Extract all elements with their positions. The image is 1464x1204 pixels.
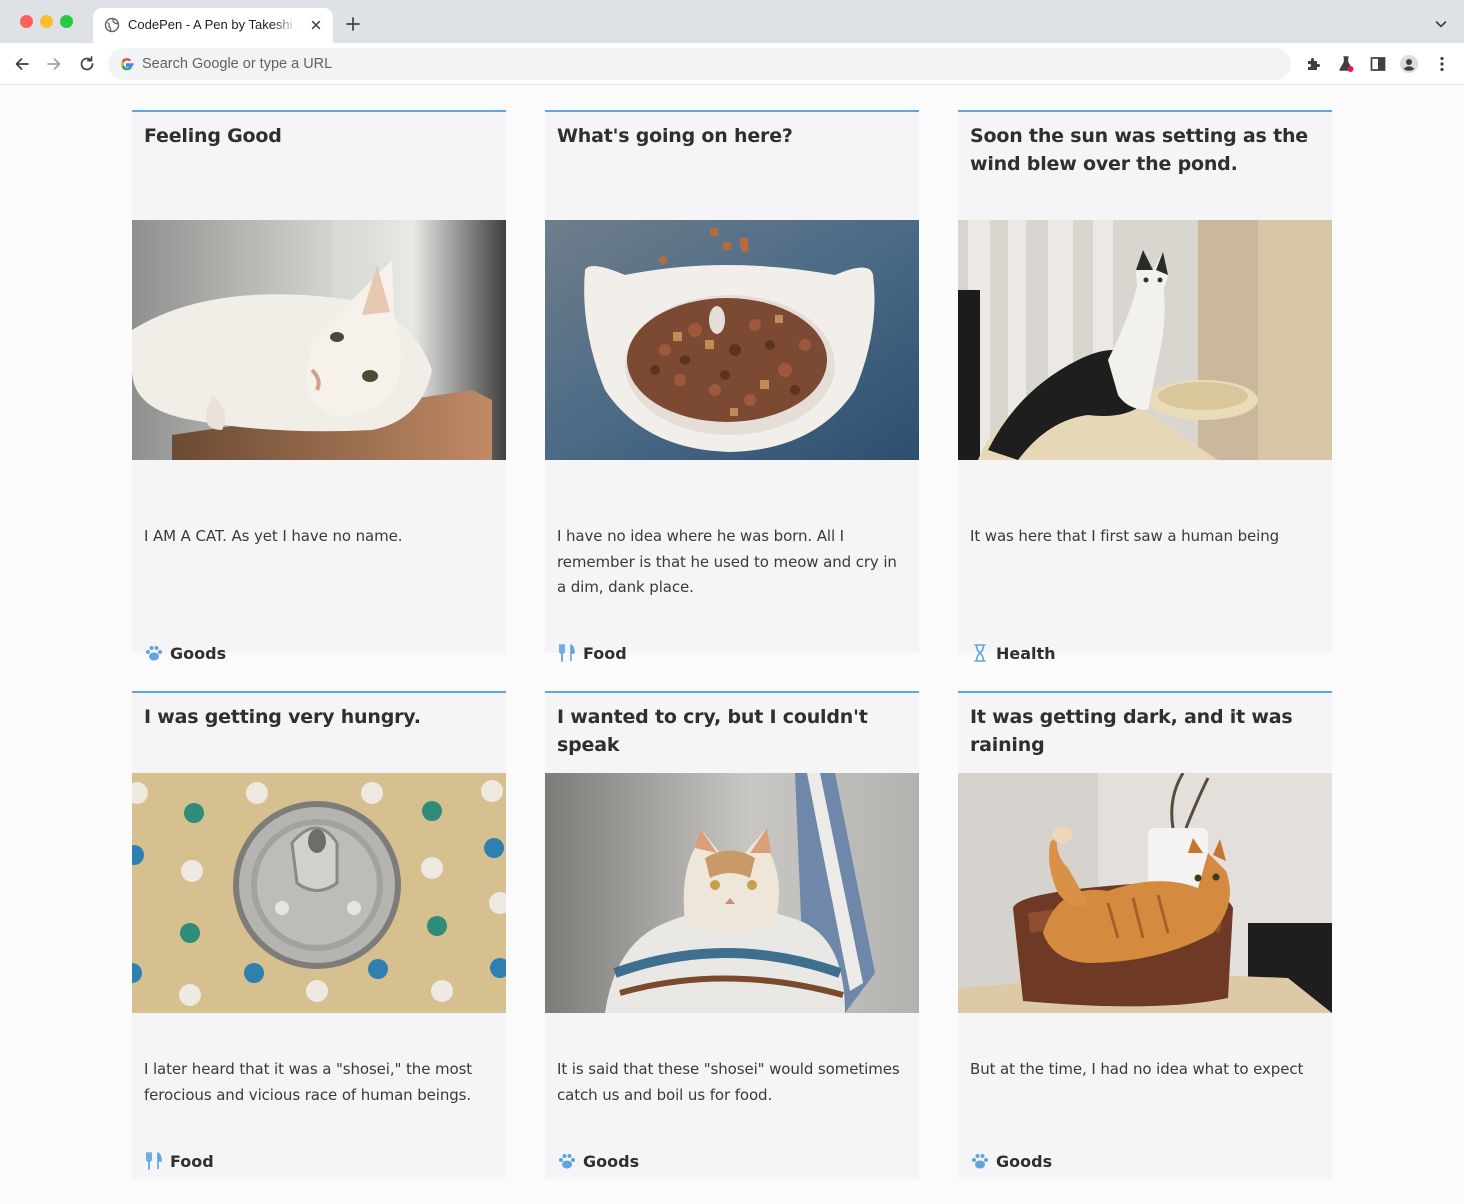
category-label[interactable]: Food	[144, 1151, 214, 1171]
tab-title: CodePen - A Pen by Takeshi K	[128, 17, 298, 32]
card-title: Soon the sun was setting as the wind ble…	[970, 125, 1308, 175]
cat-on-tower-photo	[958, 220, 1332, 460]
reload-icon[interactable]	[77, 54, 97, 74]
card-title: I was getting very hungry.	[144, 706, 421, 728]
page-content: Feeling Good I AM A CAT. As yet I have n…	[0, 86, 1464, 1204]
category-label[interactable]: Health	[970, 643, 1056, 663]
cat-food-bowl-photo	[545, 220, 919, 460]
paw-icon	[970, 1151, 990, 1171]
cat-in-towel-photo	[545, 773, 919, 1013]
close-window-button[interactable]	[20, 15, 33, 28]
category-name: Health	[996, 643, 1056, 663]
card-title: I wanted to cry, but I couldn't speak	[557, 706, 868, 756]
category-name: Goods	[170, 643, 227, 663]
category-label[interactable]: Goods	[970, 1151, 1052, 1171]
globe-icon	[104, 17, 120, 33]
card-title: Feeling Good	[144, 125, 282, 147]
category-label[interactable]: Food	[557, 643, 627, 663]
article-card[interactable]: Feeling Good I AM A CAT. As yet I have n…	[132, 110, 506, 663]
forward-arrow-icon[interactable]	[44, 54, 64, 74]
google-g-icon	[120, 58, 134, 71]
article-card[interactable]: I wanted to cry, but I couldn't speak It…	[545, 691, 919, 1179]
category-name: Food	[170, 1151, 214, 1171]
card-description: It was here that I first saw a human bei…	[970, 527, 1280, 545]
maximize-window-button[interactable]	[60, 15, 73, 28]
browser-tab-bar: CodePen - A Pen by Takeshi K	[0, 0, 1464, 43]
card-title: It was getting dark, and it was raining	[970, 706, 1293, 756]
card-description: I later heard that it was a "shosei," th…	[144, 1060, 473, 1104]
category-label[interactable]: Goods	[144, 643, 226, 663]
orange-cat-in-pot-photo	[958, 773, 1332, 1013]
paw-icon	[557, 1151, 577, 1171]
new-tab-icon[interactable]	[344, 15, 362, 33]
close-tab-icon[interactable]	[308, 17, 324, 33]
food-can-photo	[132, 773, 506, 1013]
card-description: It is said that these "shosei" would som…	[557, 1060, 900, 1104]
browser-tab[interactable]: CodePen - A Pen by Takeshi K	[93, 8, 333, 43]
card-description: I have no idea where he was born. All I …	[557, 527, 897, 596]
category-label[interactable]: Goods	[557, 1151, 639, 1171]
flask-extension-icon[interactable]	[1336, 54, 1356, 74]
browser-toolbar	[0, 43, 1464, 85]
article-card[interactable]: Soon the sun was setting as the wind ble…	[958, 110, 1332, 663]
category-name: Goods	[583, 1151, 640, 1171]
url-input[interactable]	[142, 54, 1242, 74]
card-description: I AM A CAT. As yet I have no name.	[144, 527, 403, 545]
extensions-puzzle-icon[interactable]	[1304, 54, 1324, 74]
address-bar[interactable]	[108, 48, 1291, 80]
category-name: Food	[583, 643, 627, 663]
card-description: But at the time, I had no idea what to e…	[970, 1060, 1304, 1078]
article-card[interactable]: It was getting dark, and it was raining	[958, 691, 1332, 1179]
article-card[interactable]: What's going on here? I have no idea whe…	[545, 110, 919, 663]
minimize-window-button[interactable]	[40, 15, 53, 28]
hourglass-icon	[970, 643, 990, 663]
white-cat-photo	[132, 220, 506, 460]
chevron-down-icon[interactable]	[1433, 16, 1449, 32]
article-card[interactable]: I was getting very hungry. I later heard…	[132, 691, 506, 1179]
profile-avatar-icon[interactable]	[1399, 54, 1419, 74]
card-title: What's going on here?	[557, 125, 793, 147]
category-name: Goods	[996, 1151, 1053, 1171]
back-arrow-icon[interactable]	[12, 54, 32, 74]
utensils-icon	[144, 1151, 164, 1171]
paw-icon	[144, 643, 164, 663]
side-panel-icon[interactable]	[1368, 54, 1388, 74]
utensils-icon	[557, 643, 577, 663]
more-vertical-icon[interactable]	[1432, 54, 1452, 74]
